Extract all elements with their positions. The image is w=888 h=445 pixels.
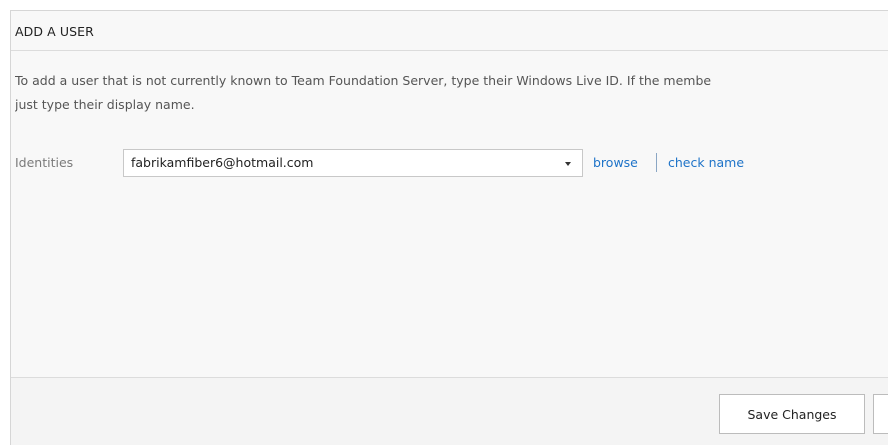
dialog-title: ADD A USER (15, 24, 94, 39)
dialog-header: ADD A USER (11, 11, 888, 51)
caret-down-icon[interactable] (565, 162, 571, 166)
identities-row: Identities fabrikamfiber6@hotmail.com br… (15, 149, 875, 177)
cancel-button[interactable] (873, 394, 888, 434)
identities-input-value[interactable]: fabrikamfiber6@hotmail.com (131, 155, 313, 170)
identities-combobox[interactable]: fabrikamfiber6@hotmail.com (123, 149, 583, 177)
browse-link[interactable]: browse (593, 155, 638, 170)
description-line-2: just type their display name. (15, 97, 195, 112)
check-name-link[interactable]: check name (668, 155, 744, 170)
save-changes-button[interactable]: Save Changes (719, 394, 865, 434)
add-user-dialog: ADD A USER To add a user that is not cur… (10, 10, 888, 445)
dialog-description: To add a user that is not currently know… (15, 69, 888, 117)
link-divider (656, 153, 657, 172)
dialog-footer: Save Changes (11, 377, 888, 445)
description-line-1: To add a user that is not currently know… (15, 73, 712, 88)
identities-label: Identities (15, 155, 74, 170)
